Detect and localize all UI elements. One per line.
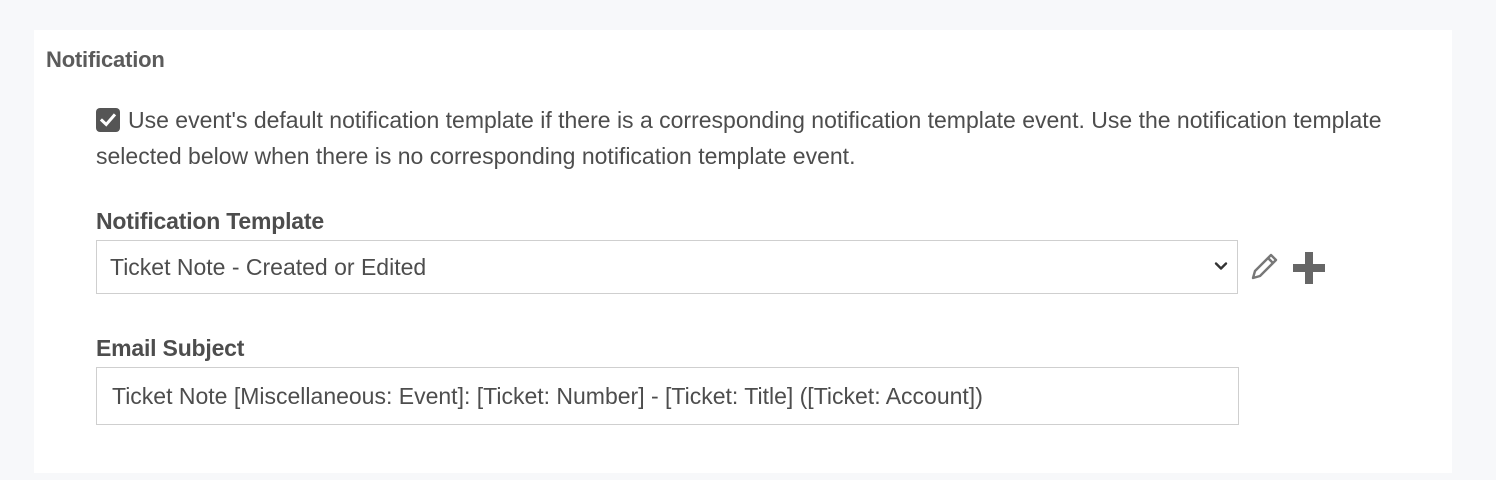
checkmark-icon [99,113,117,127]
notification-panel: Notification Use event's default notific… [34,30,1452,473]
use-default-template-label: Use event's default notification templat… [96,107,1382,169]
email-subject-label: Email Subject [96,335,245,361]
plus-icon[interactable] [1290,249,1328,287]
pencil-icon[interactable] [1246,249,1282,285]
use-default-template-checkbox[interactable] [96,108,120,132]
notification-template-select[interactable]: Ticket Note - Created or Edited [96,240,1238,294]
notification-template-value: Ticket Note - Created or Edited [110,254,427,280]
chevron-down-icon [1214,262,1228,270]
use-default-template-option[interactable]: Use event's default notification templat… [96,102,1406,174]
section-title: Notification [46,47,165,72]
email-subject-value: Ticket Note [Miscellaneous: Event]: [Tic… [112,383,983,409]
email-subject-input[interactable]: Ticket Note [Miscellaneous: Event]: [Tic… [96,367,1239,425]
notification-template-label: Notification Template [96,208,324,234]
